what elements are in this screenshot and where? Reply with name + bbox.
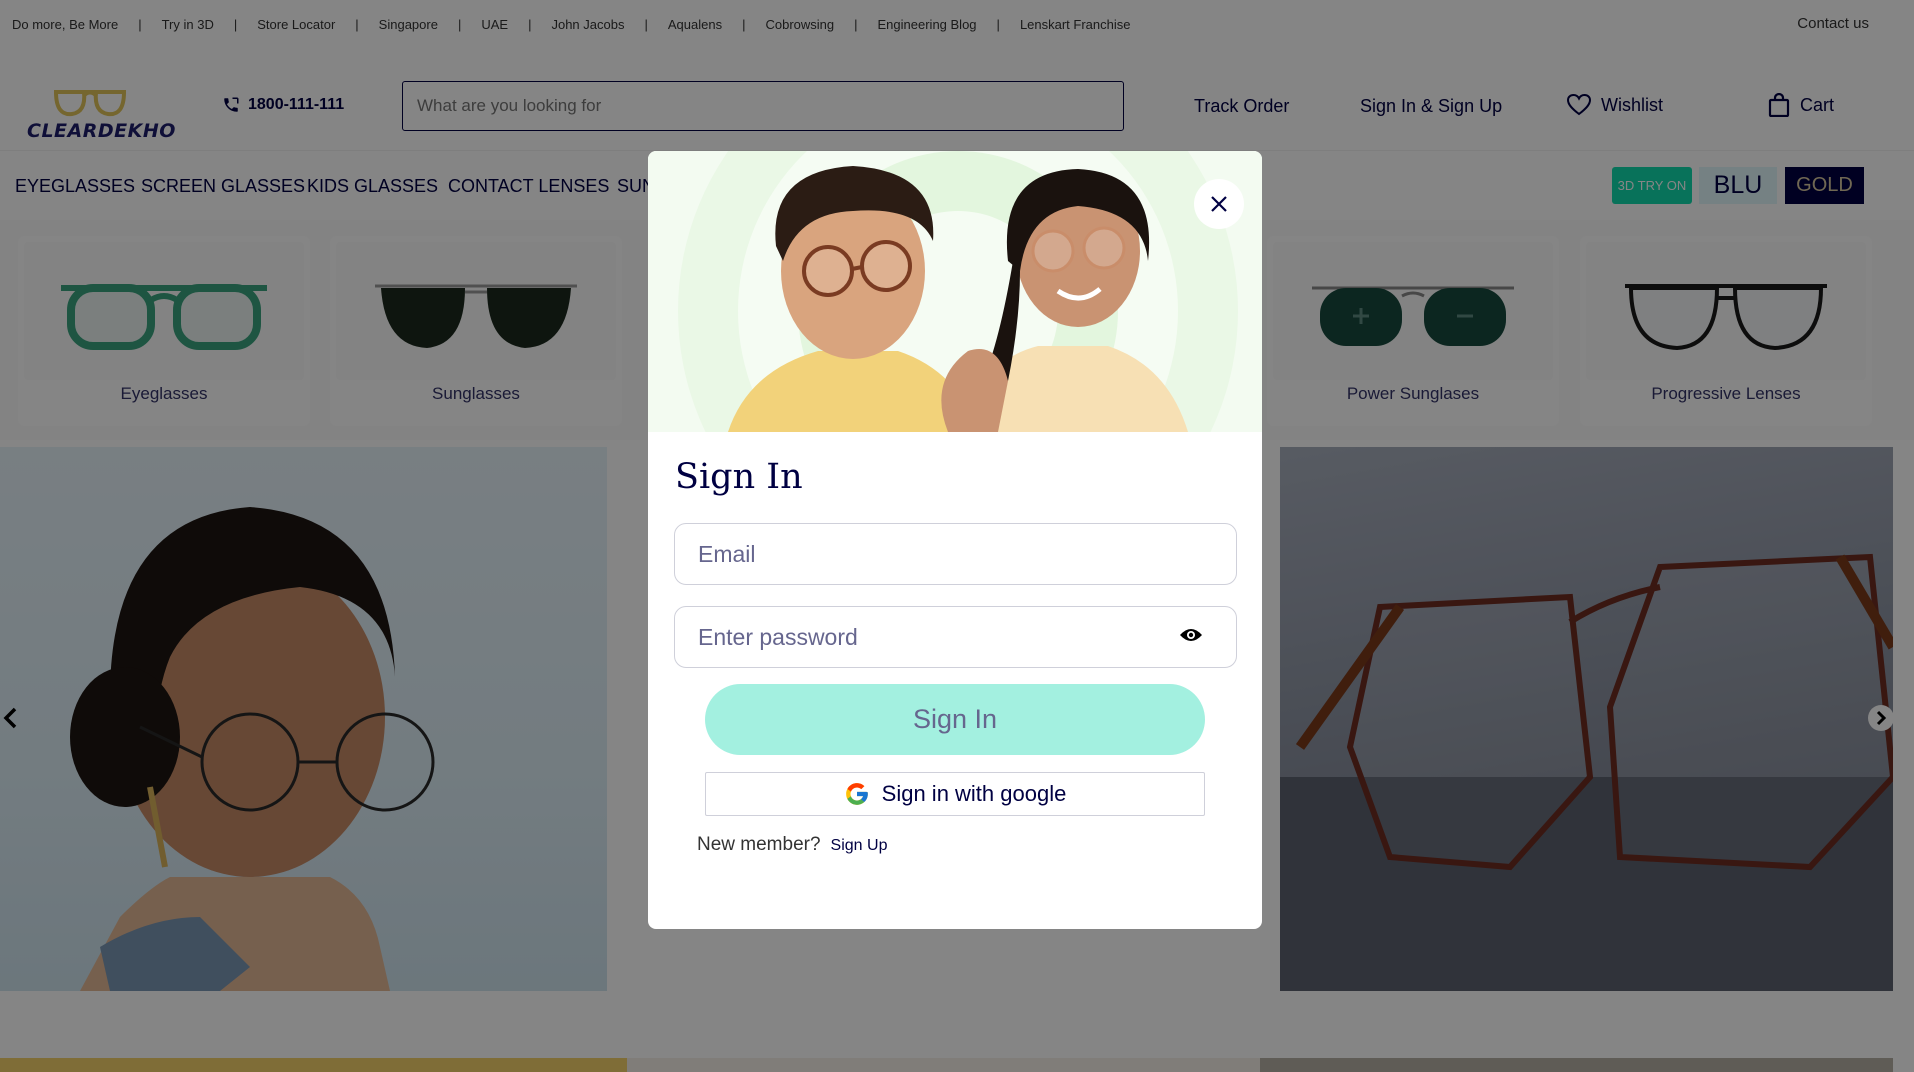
new-member-row: New member? Sign Up — [697, 834, 887, 856]
password-field[interactable] — [674, 606, 1237, 668]
google-sign-in-button[interactable]: Sign in with google — [705, 772, 1205, 816]
email-field[interactable] — [674, 523, 1237, 585]
close-modal-button[interactable] — [1194, 179, 1244, 229]
sign-in-modal: Sign In Sign In Sign in with google New … — [648, 151, 1262, 929]
google-button-label: Sign in with google — [881, 781, 1067, 806]
close-icon — [1211, 196, 1227, 212]
eye-icon — [1180, 629, 1202, 641]
sign-in-button[interactable]: Sign In — [705, 684, 1205, 755]
modal-hero-image — [648, 151, 1262, 432]
sign-up-link[interactable]: Sign Up — [831, 837, 888, 855]
new-member-text: New member? — [697, 834, 821, 855]
modal-title: Sign In — [675, 457, 803, 497]
toggle-password-visibility[interactable] — [1179, 627, 1203, 648]
google-icon — [845, 783, 868, 805]
